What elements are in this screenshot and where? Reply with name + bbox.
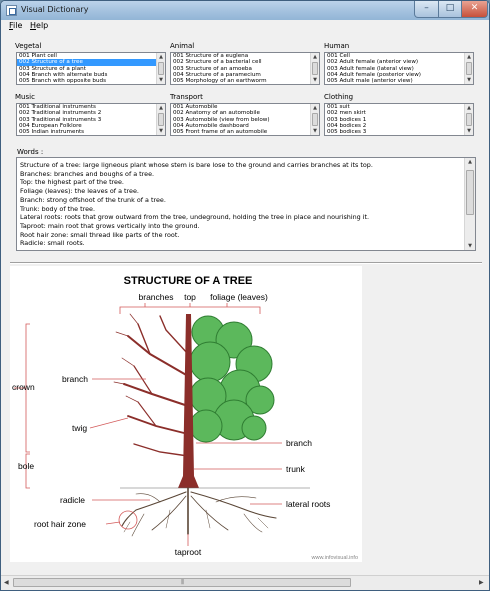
scroll-down-icon[interactable]: ▼: [157, 127, 165, 135]
minimize-button[interactable]: –: [414, 1, 439, 18]
scroll-up-icon[interactable]: ▲: [465, 104, 473, 112]
listbox-vegetal[interactable]: 001 Plant cell 002 Structure of a tree 0…: [16, 52, 166, 85]
close-button[interactable]: ✕: [461, 1, 488, 18]
definition-line: Foliage (leaves): the leaves of a tree.: [20, 187, 139, 196]
definition-line: Root hair zone: small thread like parts …: [20, 230, 180, 239]
maximize-button[interactable]: □: [438, 1, 462, 18]
scroll-thumb[interactable]: [158, 62, 164, 75]
scroll-thumb[interactable]: [466, 170, 474, 215]
vertical-scrollbar[interactable]: ▲ ▼: [310, 53, 319, 84]
definition-line: Trunk: body of the tree.: [20, 204, 96, 213]
listbox-music[interactable]: 001 Traditional instruments 002 Traditio…: [16, 103, 166, 136]
definition-line: Lateral roots: roots that grow outward f…: [20, 213, 370, 222]
definition-line: Structure of a tree: large ligneous plan…: [20, 161, 373, 169]
scroll-up-icon[interactable]: ▲: [157, 53, 165, 61]
listbox-clothing[interactable]: 001 suit 002 men skirt 003 bodices 1 004…: [324, 103, 474, 136]
vertical-scrollbar[interactable]: ▲ ▼: [464, 158, 475, 250]
scroll-thumb[interactable]: [466, 113, 472, 126]
illustration-panel: STRUCTURE OF A TREE branches top foliage…: [10, 266, 481, 575]
vertical-scrollbar[interactable]: ▲ ▼: [156, 53, 165, 84]
menu-bar: File Help: [1, 20, 489, 33]
scroll-down-icon[interactable]: ▼: [465, 242, 475, 250]
scroll-up-icon[interactable]: ▲: [311, 53, 319, 61]
app-window: Visual Dictionary – □ ✕ File Help Vegeta…: [0, 0, 490, 591]
scroll-down-icon[interactable]: ▼: [311, 76, 319, 84]
definition-line: Branches: branches and boughs of a tree.: [20, 169, 155, 178]
label-taproot: taproot: [175, 547, 202, 557]
vertical-scrollbar[interactable]: ▲ ▼: [156, 104, 165, 135]
label-branches: branches: [139, 292, 174, 302]
label-bole: bole: [18, 461, 34, 471]
watermark: www.infovisual.info: [311, 555, 358, 561]
app-icon: [6, 5, 17, 16]
scroll-up-icon[interactable]: ▲: [465, 53, 473, 61]
words-label: Words :: [17, 148, 44, 156]
scroll-down-icon[interactable]: ▼: [157, 76, 165, 84]
group-title-transport: Transport: [170, 93, 203, 101]
window-title: Visual Dictionary: [21, 5, 89, 14]
list-item[interactable]: 005 Branch with opposite buds: [17, 78, 156, 84]
scroll-up-icon[interactable]: ▲: [157, 104, 165, 112]
group-title-clothing: Clothing: [324, 93, 354, 101]
label-foliage: foliage (leaves): [210, 292, 268, 302]
grip-icon: |||: [181, 579, 184, 585]
vertical-scrollbar[interactable]: ▲ ▼: [464, 104, 473, 135]
label-top: top: [184, 292, 196, 302]
label-crown: crown: [12, 382, 35, 392]
menu-help[interactable]: Help: [30, 21, 48, 30]
scroll-thumb[interactable]: [466, 62, 472, 75]
scroll-down-icon[interactable]: ▼: [465, 127, 473, 135]
words-textbox[interactable]: Structure of a tree: large ligneous plan…: [16, 157, 476, 251]
roots: [121, 487, 277, 537]
tree-illustration: STRUCTURE OF A TREE branches top foliage…: [10, 266, 362, 562]
vertical-scrollbar[interactable]: ▲ ▼: [464, 53, 473, 84]
list-item[interactable]: 005 bodices 3: [325, 129, 464, 135]
label-trunk: trunk: [286, 464, 306, 474]
menu-file-rest: ile: [13, 21, 23, 30]
group-title-vegetal: Vegetal: [15, 42, 42, 50]
label-twig: twig: [72, 423, 87, 433]
label-branch-right: branch: [286, 438, 312, 448]
definition-line: Branch: strong offshoot of the trunk of …: [20, 195, 166, 204]
scroll-down-icon[interactable]: ▼: [465, 76, 473, 84]
listbox-human[interactable]: 001 Cell 002 Adult female (anterior view…: [324, 52, 474, 85]
list-item[interactable]: 005 Indian instruments: [17, 129, 156, 135]
root-hair-zone-marker: [118, 510, 138, 530]
leader-line: [105, 521, 121, 525]
listbox-animal[interactable]: 001 Structure of a euglena 002 Structure…: [170, 52, 320, 85]
list-item[interactable]: 005 Morphology of an earthworm: [171, 78, 310, 84]
label-radicle: radicle: [60, 495, 85, 505]
illustration-title: STRUCTURE OF A TREE: [124, 275, 253, 287]
group-title-human: Human: [324, 42, 350, 50]
separator: [10, 262, 482, 264]
top-bracket: [119, 306, 261, 314]
scroll-up-icon[interactable]: ▲: [311, 104, 319, 112]
vertical-scrollbar[interactable]: ▲ ▼: [310, 104, 319, 135]
scroll-left-icon[interactable]: ◀: [4, 579, 9, 586]
scroll-thumb[interactable]: [312, 62, 318, 75]
group-title-animal: Animal: [170, 42, 195, 50]
definition-line: Taproot: main root that grows vertically…: [20, 221, 200, 230]
group-title-music: Music: [15, 93, 35, 101]
label-lateral-roots: lateral roots: [286, 499, 330, 509]
menu-file[interactable]: File: [9, 21, 22, 30]
scroll-down-icon[interactable]: ▼: [311, 127, 319, 135]
leader-line: [89, 417, 129, 429]
bare-branches: [113, 313, 189, 457]
list-item[interactable]: 005 Front frame of an automobile: [171, 129, 310, 135]
scroll-right-icon[interactable]: ▶: [479, 579, 484, 586]
definition-line: Top: the highest part of the tree.: [20, 178, 124, 187]
menu-help-rest: elp: [36, 21, 49, 30]
list-item[interactable]: 005 Adult male (anterior view): [325, 78, 464, 84]
horizontal-scrollbar[interactable]: ◀ ||| ▶: [1, 575, 489, 590]
label-root-hair-zone: root hair zone: [34, 519, 86, 529]
scroll-thumb[interactable]: [312, 113, 318, 126]
title-bar[interactable]: Visual Dictionary – □ ✕: [1, 1, 489, 20]
scroll-up-icon[interactable]: ▲: [465, 158, 475, 166]
definition-line: Radicle: small roots.: [20, 239, 85, 248]
listbox-transport[interactable]: 001 Automobile 002 Anatomy of an automob…: [170, 103, 320, 136]
label-branch-left: branch: [62, 374, 88, 384]
scroll-thumb[interactable]: [158, 113, 164, 126]
bole-bracket: [25, 453, 30, 489]
